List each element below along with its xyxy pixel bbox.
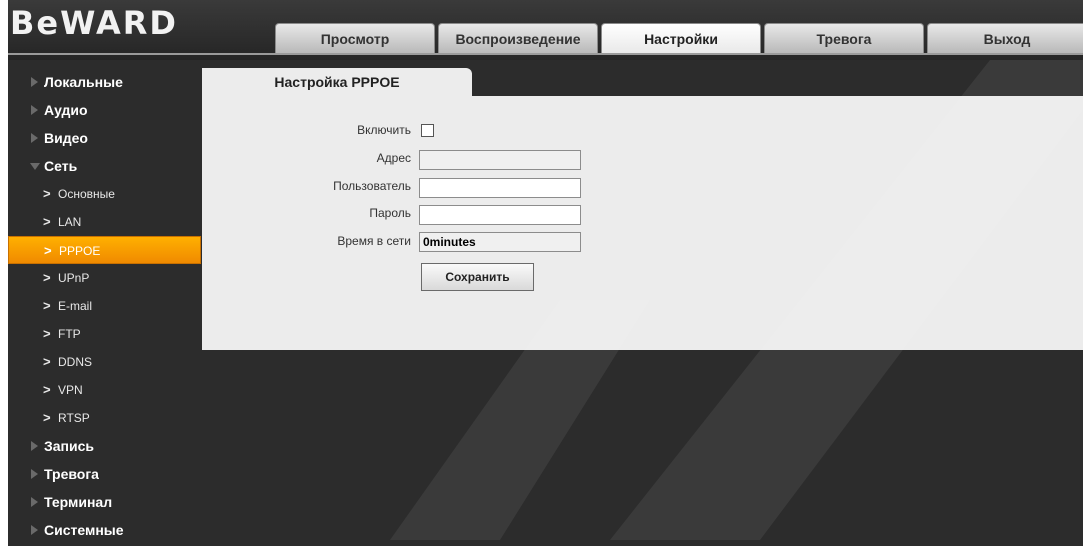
sidebar-subitem-rtsp[interactable]: > RTSP xyxy=(8,404,204,432)
sidebar-item-label: Системные xyxy=(44,522,124,538)
sidebar-item-terminal[interactable]: Терминал xyxy=(8,488,204,516)
address-label: Адрес xyxy=(376,151,411,165)
sidebar-item-record[interactable]: Запись xyxy=(8,432,204,460)
chevron-right-icon: > xyxy=(43,186,51,201)
tab-settings[interactable]: Настройки xyxy=(601,23,761,53)
triangle-right-icon xyxy=(31,469,38,479)
triangle-right-icon xyxy=(31,133,38,143)
user-input[interactable] xyxy=(419,178,581,198)
chevron-right-icon: > xyxy=(43,298,51,313)
triangle-down-icon xyxy=(30,163,40,170)
sidebar-subitem-label: FTP xyxy=(58,327,81,341)
tab-view[interactable]: Просмотр xyxy=(275,23,435,53)
sidebar-subitem-label: UPnP xyxy=(58,271,90,285)
sidebar-subitem-label: VPN xyxy=(58,383,83,397)
sidebar-item-label: Видео xyxy=(44,130,88,146)
panel-tab-pppoe[interactable]: Настройка PPPOE xyxy=(202,68,472,96)
save-button[interactable]: Сохранить xyxy=(421,263,534,291)
sidebar-subitem-label: RTSP xyxy=(58,411,90,425)
online-time-field: 0minutes xyxy=(419,232,581,252)
sidebar-item-network[interactable]: Сеть xyxy=(8,152,204,180)
sidebar-item-label: Запись xyxy=(44,438,95,454)
settings-panel: Настройка PPPOE Включить Адрес Пользоват… xyxy=(202,68,1083,350)
chevron-right-icon: > xyxy=(43,354,51,369)
sidebar-subitem-basic[interactable]: > Основные xyxy=(8,180,204,208)
chevron-right-icon: > xyxy=(43,270,51,285)
header: BeWARD Просмотр Воспроизведение Настройк… xyxy=(8,0,1083,60)
sidebar-item-system[interactable]: Системные xyxy=(8,516,204,544)
triangle-right-icon xyxy=(31,105,38,115)
address-input[interactable] xyxy=(419,150,581,170)
tab-exit[interactable]: Выход xyxy=(927,23,1083,53)
sidebar-item-label: Аудио xyxy=(44,102,88,118)
sidebar-subitem-vpn[interactable]: > VPN xyxy=(8,376,204,404)
password-input[interactable] xyxy=(419,205,581,225)
user-label: Пользователь xyxy=(333,179,411,193)
sidebar-subitem-upnp[interactable]: > UPnP xyxy=(8,264,204,292)
brand-logo: BeWARD xyxy=(10,4,178,42)
online-time-label: Время в сети xyxy=(337,234,411,248)
sidebar-item-label: Локальные xyxy=(44,74,123,90)
sidebar-subitem-label: LAN xyxy=(58,215,82,229)
triangle-right-icon xyxy=(31,525,38,535)
tab-alarm[interactable]: Тревога xyxy=(764,23,924,53)
sidebar-item-local[interactable]: Локальные xyxy=(8,68,204,96)
sidebar-item-label: Терминал xyxy=(44,494,113,510)
sidebar-subitem-label: DDNS xyxy=(58,355,93,369)
tab-playback[interactable]: Воспроизведение xyxy=(438,23,598,53)
sidebar-subitem-label: Основные xyxy=(58,187,115,201)
triangle-right-icon xyxy=(31,77,38,87)
chevron-right-icon: > xyxy=(43,214,51,229)
sidebar-subitem-pppoe[interactable]: > PPPOE xyxy=(8,236,201,264)
triangle-right-icon xyxy=(31,441,38,451)
chevron-right-icon: > xyxy=(43,410,51,425)
sidebar-item-video[interactable]: Видео xyxy=(8,124,204,152)
sidebar-item-audio[interactable]: Аудио xyxy=(8,96,204,124)
enable-label: Включить xyxy=(357,123,411,137)
sidebar-item-alarm[interactable]: Тревога xyxy=(8,460,204,488)
chevron-right-icon: > xyxy=(44,243,52,258)
chevron-right-icon: > xyxy=(43,382,51,397)
sidebar: Локальные Аудио Видео Сеть > Основные > … xyxy=(8,68,204,544)
enable-checkbox[interactable] xyxy=(421,124,434,137)
sidebar-subitem-email[interactable]: > E-mail xyxy=(8,292,204,320)
password-label: Пароль xyxy=(369,206,411,220)
sidebar-subitem-label: PPPOE xyxy=(59,244,101,258)
triangle-right-icon xyxy=(31,497,38,507)
sidebar-subitem-label: E-mail xyxy=(58,299,93,313)
chevron-right-icon: > xyxy=(43,326,51,341)
sidebar-subitem-ddns[interactable]: > DDNS xyxy=(8,348,204,376)
sidebar-subitem-lan[interactable]: > LAN xyxy=(8,208,204,236)
sidebar-subitem-ftp[interactable]: > FTP xyxy=(8,320,204,348)
sidebar-item-label: Тревога xyxy=(44,466,99,482)
sidebar-item-label: Сеть xyxy=(44,158,78,174)
app-frame: BeWARD Просмотр Воспроизведение Настройк… xyxy=(8,0,1083,546)
